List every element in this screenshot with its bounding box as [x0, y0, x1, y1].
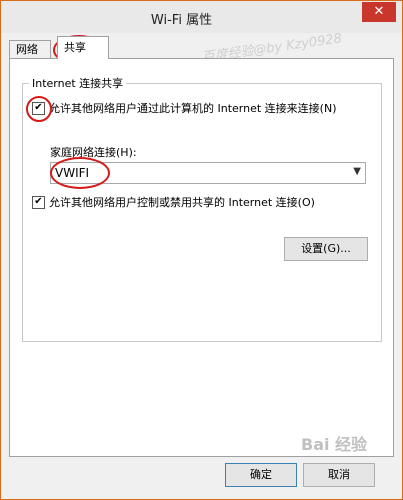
ok-button[interactable]: 确定	[225, 463, 297, 487]
properties-dialog: Wi-Fi 属性 ✕ 百度经验@by Kzy0928 网络 共享 Interne…	[0, 0, 403, 500]
title-bar: Wi-Fi 属性 ✕	[1, 1, 402, 33]
group-title: Internet 连接共享	[29, 75, 127, 91]
home-network-select[interactable]: VWIFI ▼	[50, 162, 366, 184]
window-title: Wi-Fi 属性	[150, 13, 213, 28]
close-button[interactable]: ✕	[362, 2, 396, 22]
allow-control-label: 允许其他网络用户控制或禁用共享的 Internet 连接(O)	[49, 196, 315, 209]
chevron-down-icon: ▼	[353, 166, 361, 177]
cancel-button[interactable]: 取消	[303, 463, 375, 487]
tab-sharing[interactable]: 共享	[57, 36, 109, 59]
sharing-panel: Internet 连接共享 ✔ 允许其他网络用户通过此计算机的 Internet…	[9, 58, 394, 457]
allow-sharing-checkbox[interactable]: ✔	[32, 101, 45, 115]
home-network-label: 家庭网络连接(H):	[50, 146, 137, 159]
watermark-bottom: Bai 经验	[301, 435, 368, 454]
allow-sharing-label: 允许其他网络用户通过此计算机的 Internet 连接来连接(N)	[49, 102, 337, 115]
close-icon: ✕	[373, 4, 385, 19]
ics-groupbox: Internet 连接共享	[22, 75, 382, 342]
allow-control-checkbox[interactable]: ✔	[32, 195, 45, 209]
settings-button[interactable]: 设置(G)...	[284, 237, 368, 261]
tab-network[interactable]: 网络	[9, 40, 51, 58]
allow-sharing-row[interactable]: ✔ 允许其他网络用户通过此计算机的 Internet 连接来连接(N)	[32, 100, 336, 116]
home-network-value: VWIFI	[55, 166, 90, 180]
check-icon: ✔	[34, 102, 43, 113]
allow-control-row[interactable]: ✔ 允许其他网络用户控制或禁用共享的 Internet 连接(O)	[32, 194, 315, 210]
check-icon: ✔	[34, 196, 43, 207]
